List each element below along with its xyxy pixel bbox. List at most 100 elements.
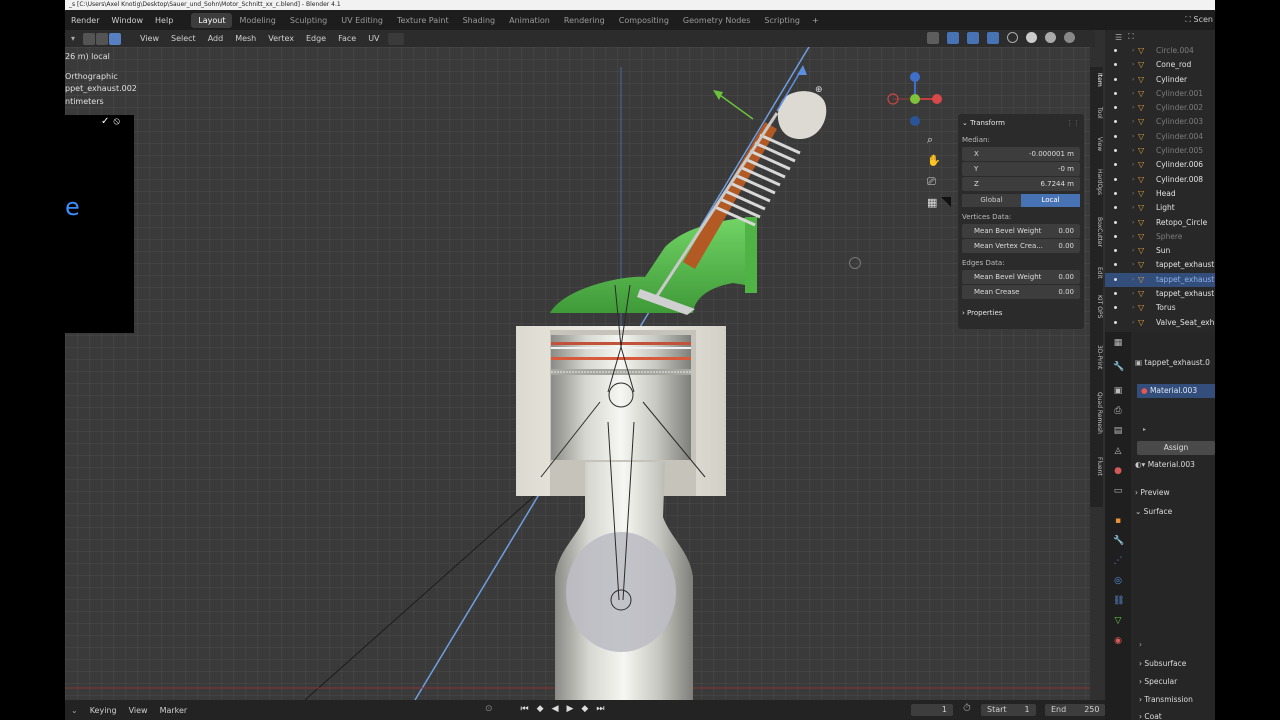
scene-selector[interactable]: ⛶ Scen <box>1185 10 1215 30</box>
snap-icon[interactable] <box>947 32 959 44</box>
transform-header[interactable]: ⌄ Transform ⋮⋮ <box>962 116 1080 130</box>
global-button[interactable]: Global <box>962 194 1021 207</box>
tab-scripting[interactable]: Scripting <box>757 13 807 28</box>
render-tab-icon[interactable]: ▣ <box>1113 386 1123 396</box>
editor-type-dropdown[interactable]: ▾ <box>71 34 75 43</box>
expand-arrow-icon[interactable]: › <box>1132 87 1134 101</box>
xray-icon[interactable] <box>987 32 999 44</box>
tab-uv-editing[interactable]: UV Editing <box>334 13 390 28</box>
outliner-row[interactable]: › ▽ Cylinder <box>1105 73 1215 87</box>
tab-animation[interactable]: Animation <box>502 13 557 28</box>
vertex-crease-field[interactable]: Mean Vertex Crea... 0.00 <box>962 239 1080 253</box>
outliner-row[interactable]: › ▽ tappet_exhaust <box>1105 287 1215 301</box>
add-workspace-button[interactable]: + <box>807 16 824 25</box>
menu-keying[interactable]: Keying <box>84 706 123 715</box>
outliner-editor-icon[interactable]: ☰ <box>1115 33 1122 42</box>
expand-arrow-icon[interactable]: › <box>1132 44 1134 58</box>
outliner-row[interactable]: › ▽ Retopo_Circle <box>1105 216 1215 230</box>
preview-range-icon[interactable]: ⏱ <box>963 703 971 714</box>
median-y-field[interactable]: Y -0 m <box>962 162 1080 176</box>
menu-view[interactable]: View <box>134 34 165 43</box>
start-frame-field[interactable]: Start 1 <box>981 704 1036 716</box>
tab-fluent[interactable]: Fluent <box>1090 457 1103 476</box>
shading-rendered-icon[interactable] <box>1064 32 1075 43</box>
tab-sculpting[interactable]: Sculpting <box>283 13 334 28</box>
tab-modeling[interactable]: Modeling <box>232 13 282 28</box>
expand-arrow-icon[interactable]: › <box>1132 287 1134 301</box>
visibility-icon[interactable] <box>1114 49 1117 52</box>
menu-add[interactable]: Add <box>202 34 230 43</box>
assign-button[interactable]: Assign <box>1137 441 1215 455</box>
material-selector[interactable]: ◐▾ Material.003 <box>1135 460 1195 469</box>
play-icon[interactable]: ▶ <box>567 704 574 714</box>
expand-arrow-icon[interactable]: › <box>1132 73 1134 87</box>
tab-item[interactable]: Item <box>1090 73 1103 87</box>
particles-tab-icon[interactable]: ⋰ <box>1113 556 1123 566</box>
tab-rendering[interactable]: Rendering <box>557 13 612 28</box>
zoom-icon[interactable]: ⌕ <box>927 133 933 147</box>
median-z-field[interactable]: Z 6.7244 m <box>962 177 1080 191</box>
tab-texture-paint[interactable]: Texture Paint <box>390 13 456 28</box>
visibility-icon[interactable] <box>1114 206 1117 210</box>
visibility-icon[interactable] <box>1114 163 1117 167</box>
vertex-bevel-weight-field[interactable]: Mean Bevel Weight 0.00 <box>962 224 1080 238</box>
surface-panel[interactable]: ⌄ Surface <box>1135 507 1172 516</box>
navigation-gizmo[interactable] <box>887 71 943 127</box>
menu-window[interactable]: Window <box>105 16 149 25</box>
expand-arrow-icon[interactable]: › <box>1132 201 1134 215</box>
expand-arrow-icon[interactable]: › <box>1132 158 1134 172</box>
tab-geometry-nodes[interactable]: Geometry Nodes <box>676 13 757 28</box>
outliner-row[interactable]: › ▽ Cylinder.004 <box>1105 130 1215 144</box>
expand-arrow-icon[interactable]: › <box>1132 230 1134 244</box>
data-tab-icon[interactable]: ▽ <box>1113 616 1123 626</box>
collection-tab-icon[interactable]: ▭ <box>1113 486 1123 496</box>
outliner-row[interactable]: › ▽ Valve_Seat_exh <box>1105 316 1215 330</box>
tab-compositing[interactable]: Compositing <box>612 13 676 28</box>
shading-wire-icon[interactable] <box>1007 32 1018 43</box>
outliner-row[interactable]: › ▽ Torus <box>1105 301 1215 315</box>
outliner-row[interactable]: › ▽ Light <box>1105 201 1215 215</box>
physics-tab-icon[interactable]: ◎ <box>1113 576 1123 586</box>
expand-arrow-icon[interactable]: › <box>1132 101 1134 115</box>
outliner-row[interactable]: › ▽ Cylinder.005 <box>1105 144 1215 158</box>
uv-sync-toggle[interactable] <box>387 32 404 45</box>
modifier-tab-icon[interactable]: 🔧 <box>1113 536 1124 546</box>
jump-end-icon[interactable]: ⏭ <box>596 704 604 714</box>
expand-arrow-icon[interactable]: › <box>1132 144 1134 158</box>
view-layer-tab-icon[interactable]: ▤ <box>1113 426 1123 436</box>
tab-quad-remesh[interactable]: Quad Remesh <box>1090 392 1103 434</box>
outliner-row[interactable]: › ▽ Cylinder.002 <box>1105 101 1215 115</box>
visibility-icon[interactable] <box>1114 149 1117 153</box>
next-keyframe-icon[interactable]: ◆ <box>581 704 588 714</box>
visibility-icon[interactable] <box>1114 120 1117 124</box>
local-button[interactable]: Local <box>1021 194 1080 207</box>
world-tab-icon[interactable]: ● <box>1113 466 1123 476</box>
expand-arrow-icon[interactable]: › <box>1132 216 1134 230</box>
outliner-row[interactable]: › ▽ Cone_rod <box>1105 58 1215 72</box>
face-select-mode-button[interactable] <box>109 32 122 45</box>
edge-select-mode-button[interactable] <box>96 32 109 45</box>
menu-select[interactable]: Select <box>165 34 202 43</box>
visibility-icon[interactable] <box>1114 91 1117 95</box>
visibility-icon[interactable] <box>1114 106 1117 110</box>
visibility-icon[interactable] <box>1114 234 1117 238</box>
outliner-row[interactable]: › ▽ Circle.004 <box>1105 44 1215 58</box>
visibility-icon[interactable] <box>1114 220 1117 224</box>
expand-arrow-icon[interactable]: › <box>1132 58 1134 72</box>
tab-view[interactable]: View <box>1090 137 1103 151</box>
visibility-icon[interactable] <box>1114 191 1117 195</box>
preview-panel[interactable]: › Preview <box>1135 488 1170 497</box>
end-frame-field[interactable]: End 250 <box>1045 704 1106 716</box>
visibility-icon[interactable] <box>1114 306 1117 310</box>
ortho-grid-icon[interactable]: ▦ <box>927 196 937 209</box>
menu-edge[interactable]: Edge <box>300 34 332 43</box>
outliner-row[interactable]: › ▽ Cylinder.008 <box>1105 173 1215 187</box>
expand-arrow-icon[interactable]: › <box>1132 316 1134 330</box>
camera-view-icon[interactable]: ⎚ <box>927 175 936 189</box>
median-x-field[interactable]: X -0.000001 m <box>962 147 1080 161</box>
tab-tool[interactable]: Tool <box>1090 107 1103 119</box>
menu-render[interactable]: Render <box>65 16 105 25</box>
expand-arrow-icon[interactable]: › <box>1132 258 1134 272</box>
visibility-icon[interactable] <box>1114 134 1117 138</box>
menu-marker[interactable]: Marker <box>154 706 194 715</box>
